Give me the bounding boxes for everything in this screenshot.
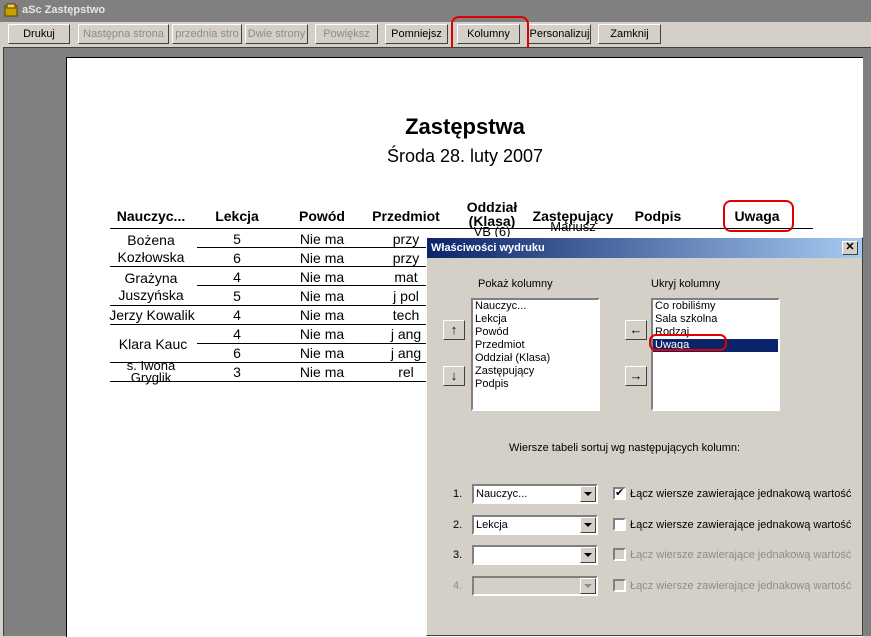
list-item[interactable]: Lekcja xyxy=(473,313,598,326)
zoom-out-button[interactable]: Pomniejsz xyxy=(385,24,448,44)
print-properties-dialog: Właściwości wydruku ✕ Pokaż kolumny Ukry… xyxy=(426,237,863,636)
list-item[interactable]: Co robiliśmy xyxy=(653,300,778,313)
teacher-cell: Grażyna Juszyńska xyxy=(118,270,184,303)
reason-cell: Nie ma xyxy=(299,364,345,380)
column-header-class: Oddział (Klasa) xyxy=(466,200,518,228)
move-right-arrow-icon[interactable]: → xyxy=(625,366,647,386)
lesson-cell: 4 xyxy=(233,307,241,323)
list-item[interactable]: Sala szkolna xyxy=(653,313,778,326)
window-titlebar: aSc Zastępstwo xyxy=(0,0,871,22)
document-title: Zastępstwa xyxy=(405,114,525,139)
sort-column-select-4[interactable] xyxy=(472,576,598,596)
merge-label: Łącz wiersze zawierające jednakową warto… xyxy=(630,549,852,561)
lesson-cell: 6 xyxy=(233,250,241,266)
previous-page-button[interactable]: przednia stro xyxy=(172,24,242,44)
chevron-down-icon[interactable] xyxy=(580,517,596,533)
lesson-cell: 5 xyxy=(233,231,241,247)
list-item[interactable]: Powód xyxy=(473,326,598,339)
column-header-reason: Powód xyxy=(299,208,345,224)
teacher-cell: s. Iwona Gryglik xyxy=(126,360,176,385)
sort-row-number: 1. xyxy=(453,488,463,500)
next-page-button[interactable]: Następna strona xyxy=(78,24,169,44)
app-icon xyxy=(4,3,18,17)
row-separator xyxy=(110,381,427,382)
sort-column-select-3[interactable] xyxy=(472,545,598,565)
columns-button[interactable]: Kolumny xyxy=(457,24,520,44)
dialog-close-icon[interactable]: ✕ xyxy=(842,241,858,255)
lesson-cell: 4 xyxy=(233,269,241,285)
reason-cell: Nie ma xyxy=(299,326,345,342)
merge-checkbox-1[interactable]: ✔ xyxy=(613,487,626,500)
move-up-arrow-icon[interactable]: ↑ xyxy=(443,320,465,340)
column-header-teacher: Nauczyc... xyxy=(116,208,186,224)
chevron-down-icon[interactable] xyxy=(580,547,596,563)
dialog-title: Właściwości wydruku xyxy=(427,238,862,258)
sort-row-number: 2. xyxy=(453,519,463,531)
list-item[interactable]: Nauczyc... xyxy=(473,300,598,313)
chevron-down-icon[interactable] xyxy=(580,578,596,594)
document-subtitle: Środa 28. luty 2007 xyxy=(386,146,544,166)
move-left-arrow-icon[interactable]: ← xyxy=(625,320,647,340)
sort-column-value: Lekcja xyxy=(476,519,508,531)
hide-columns-label: Ukryj kolumny xyxy=(651,278,721,290)
window-title: aSc Zastępstwo xyxy=(22,4,106,16)
merge-label: Łącz wiersze zawierające jednakową warto… xyxy=(630,519,852,531)
list-item[interactable]: Oddział (Klasa) xyxy=(473,352,598,365)
column-header-signature: Podpis xyxy=(634,208,682,224)
show-columns-list[interactable]: Nauczyc... Lekcja Powód Przedmiot Oddzia… xyxy=(471,298,600,411)
list-item[interactable]: Zastępujący xyxy=(473,365,598,378)
lesson-cell: 6 xyxy=(233,345,241,361)
move-down-arrow-icon[interactable]: ↓ xyxy=(443,366,465,386)
sort-column-select-2[interactable]: Lekcja xyxy=(472,515,598,535)
column-header-subject: Przedmiot xyxy=(372,208,440,224)
close-button[interactable]: Zamknij xyxy=(598,24,661,44)
reason-cell: Nie ma xyxy=(299,307,345,323)
teacher-cell: Klara Kauc xyxy=(118,336,188,352)
list-item[interactable]: Przedmiot xyxy=(473,339,598,352)
customize-button[interactable]: Personalizuj xyxy=(528,24,591,44)
merge-label: Łącz wiersze zawierające jednakową warto… xyxy=(630,580,852,592)
print-button[interactable]: Drukuj xyxy=(8,24,70,44)
lesson-cell: 4 xyxy=(233,326,241,342)
substitute-cell-clipped: Mariusz xyxy=(550,221,596,233)
hide-columns-list[interactable]: Co robiliśmy Sala szkolna Rodzaj Uwaga xyxy=(651,298,780,411)
sort-column-select-1[interactable]: Nauczyc... xyxy=(472,484,598,504)
reason-cell: Nie ma xyxy=(299,269,345,285)
column-header-lesson: Lekcja xyxy=(215,208,259,224)
sort-label: Wiersze tabeli sortuj wg następujących k… xyxy=(509,442,741,454)
lesson-cell: 3 xyxy=(233,364,241,380)
sort-row-number: 4. xyxy=(453,580,463,592)
chevron-down-icon[interactable] xyxy=(580,486,596,502)
show-columns-label: Pokaż kolumny xyxy=(478,278,553,290)
reason-cell: Nie ma xyxy=(299,231,345,247)
column-header-note: Uwaga xyxy=(734,208,780,224)
merge-label: Łącz wiersze zawierające jednakową warto… xyxy=(630,488,852,500)
reason-cell: Nie ma xyxy=(299,345,345,361)
reason-cell: Nie ma xyxy=(299,250,345,266)
reason-cell: Nie ma xyxy=(299,288,345,304)
sort-column-value: Nauczyc... xyxy=(476,488,528,500)
list-item[interactable]: Rodzaj xyxy=(653,326,778,339)
list-item-selected[interactable]: Uwaga xyxy=(653,339,778,352)
teacher-cell: Jerzy Kowalik xyxy=(109,307,195,323)
merge-checkbox-3[interactable] xyxy=(613,548,626,561)
toolbar: Drukuj Następna strona przednia stro Dwi… xyxy=(0,22,871,46)
merge-checkbox-4[interactable] xyxy=(613,579,626,592)
zoom-in-button[interactable]: Powiększ xyxy=(315,24,378,44)
list-item[interactable]: Podpis xyxy=(473,378,598,391)
two-pages-button[interactable]: Dwie strony xyxy=(245,24,308,44)
teacher-cell: Bożena Kozłowska xyxy=(117,232,185,265)
lesson-cell: 5 xyxy=(233,288,241,304)
sort-row-number: 3. xyxy=(453,549,463,561)
merge-checkbox-2[interactable] xyxy=(613,518,626,531)
